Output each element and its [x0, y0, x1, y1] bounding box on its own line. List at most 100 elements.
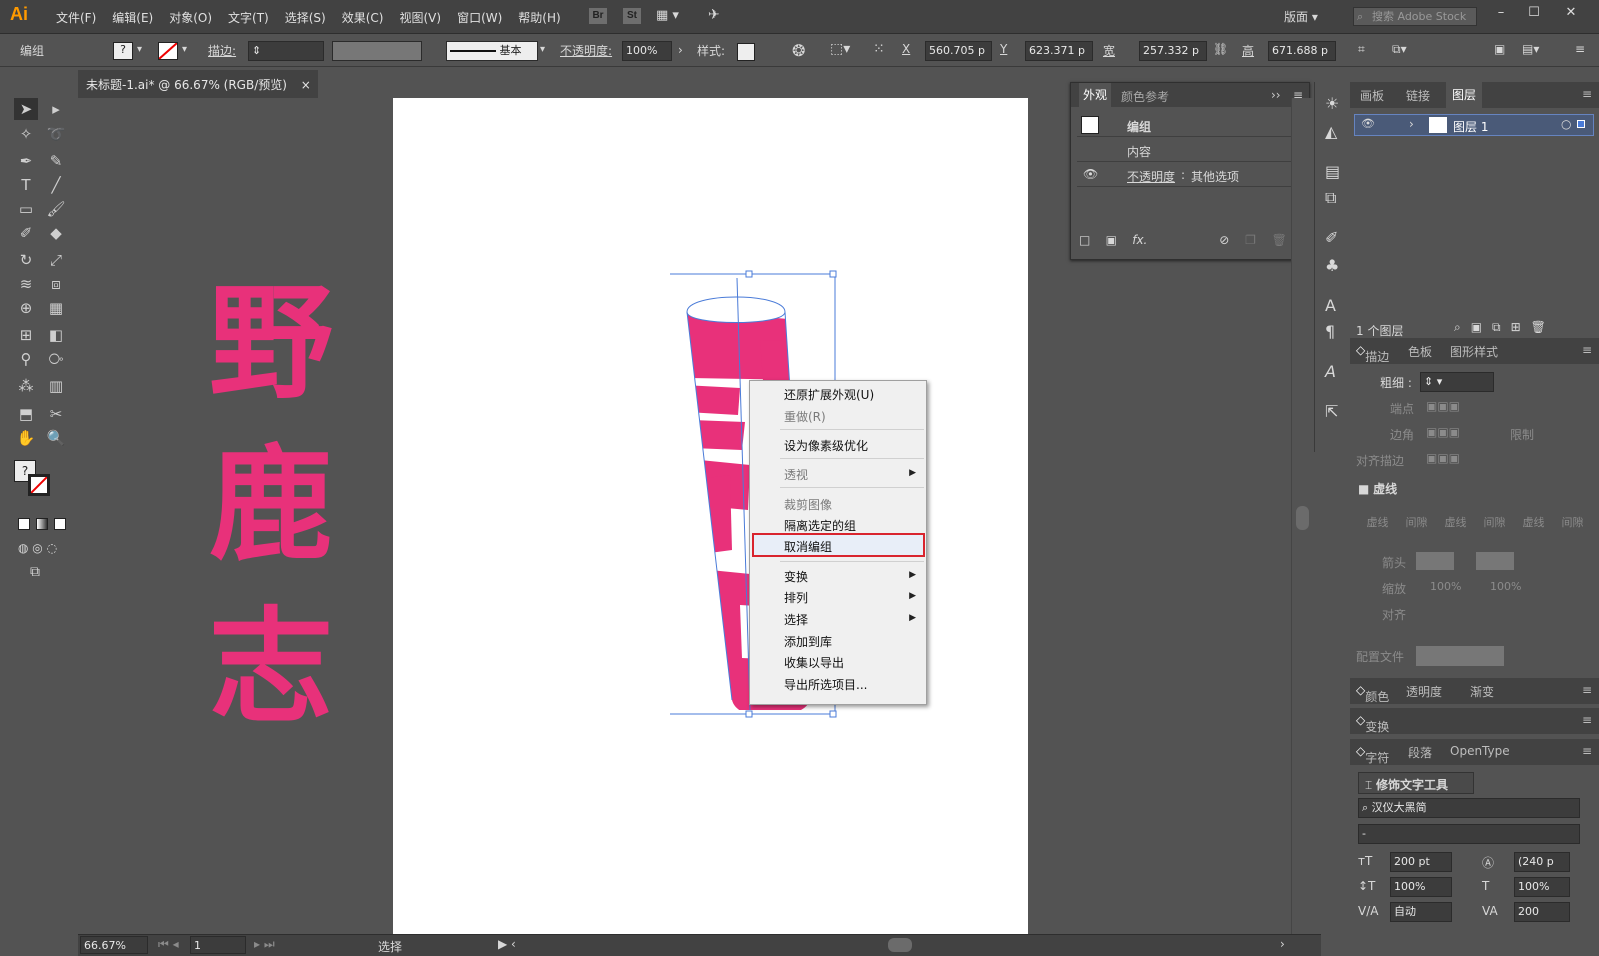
- font-family-field[interactable]: ⌕ 汉仪大黑简: [1358, 798, 1580, 818]
- menu-item-perspective[interactable]: 透视: [784, 466, 924, 483]
- pen-tool-icon[interactable]: ✒: [14, 150, 38, 172]
- end-arrow-field[interactable]: [1476, 552, 1514, 570]
- character-styles-icon[interactable]: A: [1325, 296, 1336, 315]
- reference-point-icon[interactable]: ⁙: [873, 41, 885, 57]
- none-mode-icon[interactable]: [54, 518, 66, 530]
- color-mode-icon[interactable]: [18, 518, 30, 530]
- maximize-button[interactable]: ☐: [1520, 4, 1548, 22]
- opacity-label[interactable]: 不透明度:: [560, 42, 612, 59]
- appearance-opacity-label[interactable]: 不透明度: [1127, 168, 1175, 185]
- visibility-eye-icon[interactable]: 👁: [1083, 167, 1098, 181]
- horizontal-scale-field[interactable]: 100%: [1514, 877, 1570, 897]
- x-field[interactable]: 560.705 p: [925, 41, 992, 61]
- paintbrush-tool-icon[interactable]: 🖌: [44, 198, 68, 220]
- page-nav-next[interactable]: ▸ ⏭: [254, 937, 275, 952]
- appearance-row-group[interactable]: 编组: [1077, 113, 1305, 137]
- stroke-weight-field[interactable]: ⇕: [248, 41, 324, 61]
- blend-tool-icon[interactable]: ⧂: [44, 348, 68, 370]
- chevron-down-icon[interactable]: ▾: [540, 44, 545, 55]
- hand-tool-icon[interactable]: ✋: [14, 427, 38, 449]
- font-size-field[interactable]: 200 pt: [1390, 852, 1452, 872]
- y-field[interactable]: 623.371 p: [1025, 41, 1093, 61]
- stroke-color-icon[interactable]: [28, 474, 50, 496]
- mesh-tool-icon[interactable]: ⊞: [14, 324, 38, 346]
- opacity-field[interactable]: 100%: [622, 41, 672, 61]
- eraser-tool-icon[interactable]: ◆: [44, 222, 68, 244]
- artwork-char-1[interactable]: 野: [209, 282, 333, 406]
- graphic-style-swatch[interactable]: [737, 43, 755, 61]
- selection-indicator[interactable]: [1577, 120, 1585, 128]
- horizontal-scroll-thumb[interactable]: [888, 938, 912, 952]
- dashed-line-checkbox[interactable]: ■ 虚线: [1358, 480, 1397, 497]
- screen-mode-icon[interactable]: ⧉: [30, 564, 40, 580]
- selection-tool-icon[interactable]: ➤: [14, 98, 38, 120]
- close-window-button[interactable]: ✕: [1557, 4, 1585, 22]
- tab-transform[interactable]: ◇ 变换: [1356, 713, 1389, 734]
- gpu-performance-icon[interactable]: ✈: [708, 7, 720, 23]
- panel-menu-icon[interactable]: ≡: [1582, 87, 1592, 101]
- document-tab[interactable]: 未标题-1.ai* @ 66.67% (RGB/预览) ×: [78, 70, 318, 98]
- rectangle-tool-icon[interactable]: ▭: [14, 198, 38, 220]
- lasso-tool-icon[interactable]: ➰: [44, 123, 68, 145]
- recolor-icon[interactable]: ❂: [792, 41, 805, 60]
- weight-field[interactable]: ⇕ ▾: [1420, 372, 1494, 392]
- page-nav-prev[interactable]: ⏮ ◂: [158, 937, 179, 952]
- menu-item-redo[interactable]: 重做(R): [784, 408, 826, 425]
- kerning-field[interactable]: 自动: [1390, 902, 1452, 922]
- menu-item-ungroup-highlight[interactable]: [752, 533, 925, 557]
- warp-tool-icon[interactable]: ≋: [14, 273, 38, 295]
- transform-icon[interactable]: ⌗: [1358, 42, 1365, 57]
- align-panel-icon[interactable]: ▤: [1325, 162, 1340, 181]
- appearance-row-opacity[interactable]: 👁 不透明度 : 其他选项: [1077, 163, 1305, 187]
- symbols-panel-icon[interactable]: ♣: [1325, 256, 1339, 275]
- appearance-panel-icon[interactable]: ☀: [1325, 94, 1339, 113]
- rotate-tool-icon[interactable]: ↻: [14, 249, 38, 271]
- collapse-icon[interactable]: ››: [1271, 88, 1281, 102]
- chevron-right-icon[interactable]: ›: [1409, 117, 1414, 131]
- menu-view[interactable]: 视图(V): [391, 9, 449, 26]
- shape-builder-tool-icon[interactable]: ⊕: [14, 297, 38, 319]
- cap-buttons[interactable]: ▣▣▣: [1426, 399, 1460, 413]
- arrange-documents-icon[interactable]: ▦ ▾: [656, 8, 679, 23]
- menu-item-isolate-group[interactable]: 隔离选定的组: [784, 517, 856, 534]
- fx-icon[interactable]: fx.: [1132, 233, 1147, 247]
- menu-file[interactable]: 文件(F): [48, 9, 104, 26]
- menu-type[interactable]: 文字(T): [220, 9, 277, 26]
- align-icon[interactable]: ⬚▾: [830, 41, 850, 57]
- layer-row[interactable]: 👁 › 图层 1 ○: [1354, 114, 1594, 136]
- vertical-scrollbar[interactable]: [1291, 98, 1314, 934]
- minimize-button[interactable]: –: [1487, 4, 1515, 22]
- tab-character[interactable]: ◇ 字符: [1356, 744, 1389, 765]
- menu-effect[interactable]: 效果(C): [334, 9, 392, 26]
- menu-object[interactable]: 对象(O): [161, 9, 220, 26]
- tab-gradient[interactable]: 渐变: [1470, 683, 1494, 700]
- width-field[interactable]: 257.332 p: [1139, 41, 1207, 61]
- status-arrow-icon[interactable]: ▶ ‹: [498, 937, 516, 951]
- visibility-eye-icon[interactable]: 👁: [1361, 117, 1375, 130]
- duplicate-icon[interactable]: ❐: [1245, 233, 1256, 247]
- tracking-field[interactable]: 200: [1514, 902, 1570, 922]
- shaper-tool-icon[interactable]: ✐: [14, 222, 38, 244]
- dash-gap-fields[interactable]: 虚线 间隙 虚线 间隙 虚线 间隙: [1358, 514, 1598, 530]
- tab-stroke[interactable]: ◇ 描边: [1356, 343, 1389, 364]
- curvature-tool-icon[interactable]: ✎: [44, 150, 68, 172]
- shape-icon[interactable]: ⧉▾: [1392, 42, 1407, 57]
- corner-buttons[interactable]: ▣▣▣: [1426, 425, 1460, 439]
- link-icon[interactable]: ⛓: [1213, 42, 1228, 56]
- gradient-tool-icon[interactable]: ◧: [44, 324, 68, 346]
- menu-item-undo-expand[interactable]: 还原扩展外观(U): [784, 386, 874, 403]
- add-stroke-icon[interactable]: □: [1079, 233, 1090, 247]
- tab-opentype[interactable]: OpenType: [1450, 744, 1510, 758]
- symbol-sprayer-tool-icon[interactable]: ⁂: [14, 375, 38, 397]
- add-fill-icon[interactable]: ▣: [1106, 233, 1117, 247]
- height-field[interactable]: 671.688 p: [1268, 41, 1336, 61]
- tab-links[interactable]: 链接: [1406, 87, 1430, 104]
- menu-help[interactable]: 帮助(H): [510, 9, 568, 26]
- menu-item-crop-image[interactable]: 裁剪图像: [784, 496, 832, 513]
- start-arrow-field[interactable]: [1416, 552, 1454, 570]
- chevron-right-icon[interactable]: ›: [678, 43, 683, 57]
- isolate-icon[interactable]: ▣: [1494, 42, 1505, 56]
- chevron-down-icon[interactable]: ▾: [182, 44, 187, 55]
- menu-edit[interactable]: 编辑(E): [104, 9, 161, 26]
- stock-search-input[interactable]: ⌕ 搜索 Adobe Stock: [1353, 7, 1477, 26]
